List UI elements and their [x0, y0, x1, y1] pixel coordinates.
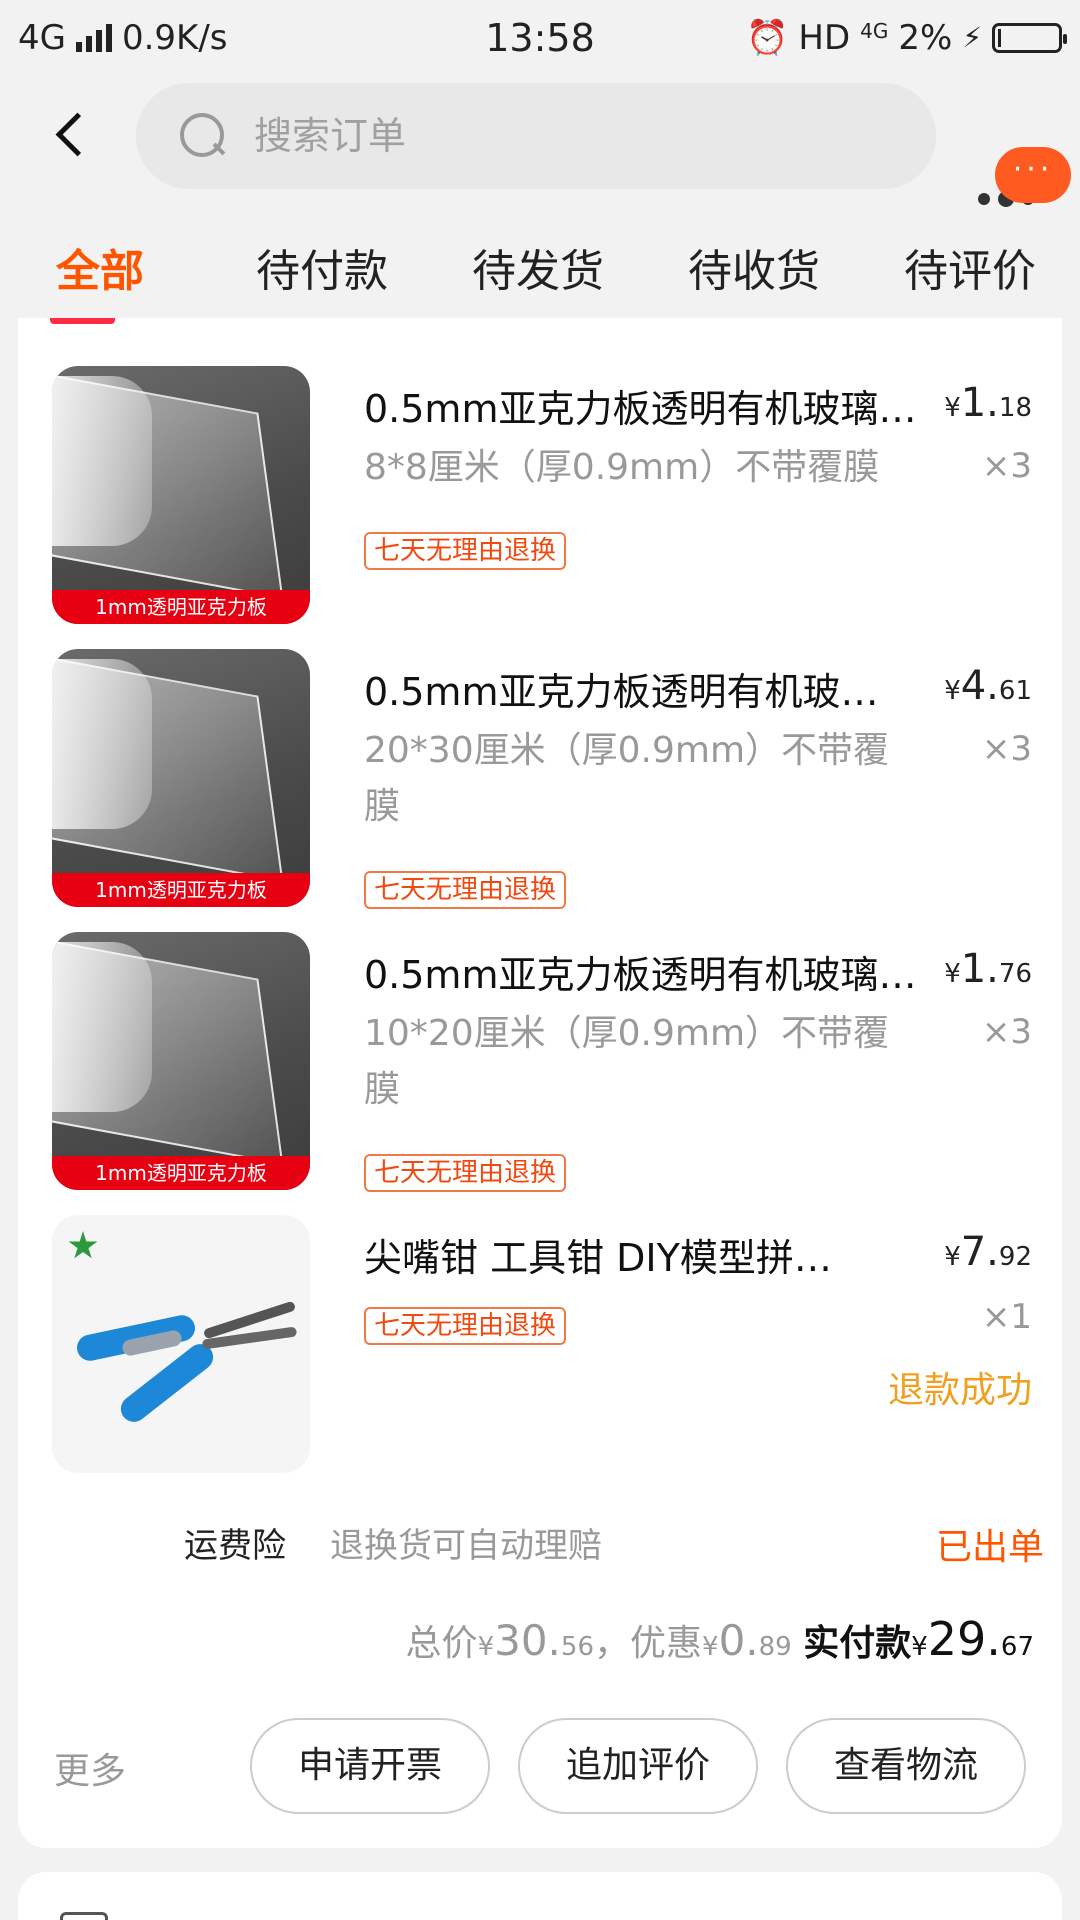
star-badge-icon — [68, 1231, 98, 1259]
product-price: ¥1.76 — [944, 946, 1032, 992]
return-policy-tag: 七天无理由退换 — [364, 1154, 567, 1192]
product-quantity: ×3 — [981, 446, 1032, 486]
product-spec: 8*8厘米（厚0.9mm）不带覆膜 — [364, 447, 880, 488]
insurance-status: 已出单 — [935, 1527, 1044, 1568]
insurance-description: 退换货可自动理赔 — [330, 1526, 602, 1566]
message-bubble-icon[interactable]: ··· — [995, 147, 1071, 203]
product-title: 尖嘴钳 工具钳 DIY模型拼… — [364, 1236, 832, 1280]
product-price: ¥7.92 — [944, 1229, 1032, 1275]
battery-level: 2% — [898, 17, 953, 58]
more-actions-link[interactable]: 更多 — [54, 1742, 126, 1794]
product-price: ¥1.18 — [944, 380, 1032, 426]
search-bar[interactable] — [136, 83, 936, 189]
header: ··· — [0, 75, 1080, 207]
product-quantity: ×1 — [981, 1297, 1032, 1337]
search-input[interactable] — [254, 114, 854, 158]
signal-icon — [75, 23, 112, 52]
discount-label: ，优惠 — [594, 1623, 703, 1664]
tab-all[interactable]: 全部 — [56, 235, 144, 299]
network-type: 4G — [18, 17, 66, 58]
product-title: 0.5mm亚克力板透明有机玻璃… — [364, 387, 917, 431]
image-banner: 1mm透明亚克力板 — [52, 590, 310, 624]
tab-pending-review[interactable]: 待评价 — [904, 235, 1036, 299]
order-item[interactable]: 1mm透明亚克力板 0.5mm亚克力板透明有机玻璃… ¥1.76 10*20厘米… — [52, 932, 1032, 1192]
add-review-button[interactable]: 追加评价 — [518, 1718, 758, 1814]
product-spec: 10*20厘米（厚0.9mm）不带覆膜 — [364, 1013, 890, 1110]
total-amount: 30. — [494, 1616, 561, 1665]
paid-amount: 29. — [927, 1612, 1001, 1666]
alarm-icon: ⏰ — [746, 17, 789, 58]
shop-icon — [60, 1912, 108, 1920]
image-banner: 1mm透明亚克力板 — [52, 1156, 310, 1190]
clock: 13:58 — [485, 15, 595, 60]
order-item[interactable]: 尖嘴钳 工具钳 DIY模型拼… ¥7.92 七天无理由退换 ×1 退款成功 — [52, 1215, 1032, 1475]
back-button[interactable] — [52, 113, 96, 157]
status-right: ⏰ HD 4G 2% ⚡ — [746, 17, 1067, 58]
tab-pending-payment[interactable]: 待付款 — [256, 235, 388, 299]
product-quantity: ×3 — [981, 729, 1032, 769]
order-tabs: 全部 待付款 待发货 待收货 待评价 — [0, 215, 1080, 310]
product-title: 0.5mm亚克力板透明有机玻璃… — [364, 953, 917, 997]
order-actions: 更多 申请开票 追加评价 查看物流 — [18, 1718, 1062, 1818]
product-spec: 20*30厘米（厚0.9mm）不带覆膜 — [364, 730, 890, 827]
return-policy-tag: 七天无理由退换 — [364, 532, 567, 570]
charging-icon: ⚡ — [962, 21, 982, 54]
product-image[interactable]: 1mm透明亚克力板 — [52, 649, 310, 907]
status-bar: 4G 0.9K/s 13:58 ⏰ HD 4G 2% ⚡ — [0, 0, 1080, 75]
order-item[interactable]: 1mm透明亚克力板 0.5mm亚克力板透明有机玻… ¥4.61 20*30厘米（… — [52, 649, 1032, 909]
return-policy-tag: 七天无理由退换 — [364, 871, 567, 909]
order-item[interactable]: 1mm透明亚克力板 0.5mm亚克力板透明有机玻璃… ¥1.18 8*8厘米（厚… — [52, 366, 1032, 626]
return-policy-tag: 七天无理由退换 — [364, 1307, 567, 1345]
product-price: ¥4.61 — [944, 663, 1032, 709]
product-image[interactable] — [52, 1215, 310, 1473]
product-image[interactable]: 1mm透明亚克力板 — [52, 932, 310, 1190]
tab-pending-receipt[interactable]: 待收货 — [688, 235, 820, 299]
total-label: 总价 — [405, 1623, 478, 1664]
request-invoice-button[interactable]: 申请开票 — [250, 1718, 490, 1814]
product-image[interactable]: 1mm透明亚克力板 — [52, 366, 310, 624]
battery-icon — [992, 22, 1067, 53]
search-icon — [180, 113, 226, 159]
product-quantity: ×3 — [981, 1012, 1032, 1052]
insurance-label: 运费险 — [184, 1526, 286, 1566]
refund-status: 退款成功 — [887, 1370, 1032, 1411]
network-speed: 0.9K/s — [121, 17, 228, 58]
view-logistics-button[interactable]: 查看物流 — [786, 1718, 1026, 1814]
order-totals: 总价¥30.56，优惠¥0.89 实付款¥29.67 — [405, 1612, 1034, 1666]
shop-badge-peek — [50, 318, 115, 324]
next-order-card[interactable] — [18, 1872, 1062, 1920]
discount-amount: 0. — [718, 1616, 759, 1665]
tab-pending-shipment[interactable]: 待发货 — [472, 235, 604, 299]
status-left: 4G 0.9K/s — [18, 18, 228, 58]
product-title: 0.5mm亚克力板透明有机玻… — [364, 670, 879, 714]
hd-indicator: HD — [798, 17, 851, 58]
image-banner: 1mm透明亚克力板 — [52, 873, 310, 907]
paid-label: 实付款 — [803, 1623, 912, 1664]
network-type-2: 4G — [860, 18, 889, 43]
